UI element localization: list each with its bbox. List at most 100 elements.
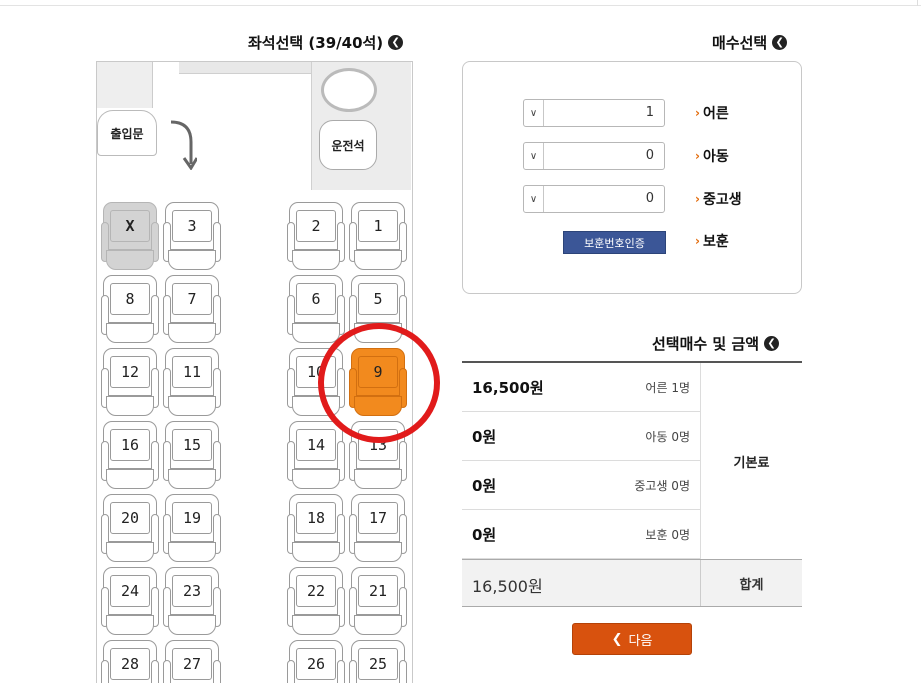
seat-arm [163,660,171,683]
seat-arm [337,660,345,683]
seat-23[interactable]: 23 [163,567,221,639]
adult-count-value: 1 [645,105,654,120]
seat-21[interactable]: 21 [349,567,407,639]
seat-number: 22 [296,575,336,607]
seat-20[interactable]: 20 [101,494,159,566]
student-label: › 중고생 [695,189,742,209]
seat-26[interactable]: 26 [287,640,345,683]
seat-number: 25 [358,648,398,680]
seat-17[interactable]: 17 [349,494,407,566]
student-label-text: 중고생 [702,192,742,208]
summary-amount: 16,500원 [472,379,544,397]
seat-24[interactable]: 24 [101,567,159,639]
exit-door: 출입문 [97,110,157,156]
seat-8[interactable]: 8 [101,275,159,347]
seat-12[interactable]: 12 [101,348,159,420]
seat-base [354,615,402,635]
seat-14[interactable]: 14 [287,421,345,493]
seat-number: 24 [110,575,150,607]
exit-wall [97,62,153,108]
seat-number: 23 [172,575,212,607]
seat-22[interactable]: 22 [287,567,345,639]
seat-7[interactable]: 7 [163,275,221,347]
seat-base [106,469,154,489]
adult-count-select[interactable]: ∨ 1 [523,99,665,127]
summary-row-veteran: 0원 보훈 0명 [462,510,700,559]
summary-row-student: 0원 중고생 0명 [462,461,700,510]
chevron-down-icon[interactable]: ∨ [524,143,544,169]
passenger-row-student: ∨ 0 › 중고생 [463,184,803,214]
chevron-right-icon: › [695,192,700,206]
summary-row-adult: 16,500원 어른 1명 [462,363,700,412]
seat-base [168,469,216,489]
seat-4: X [101,202,159,274]
chevron-down-icon[interactable]: ∨ [524,186,544,212]
circle-chevron-icon: ❮ [388,35,404,50]
next-button[interactable]: ❮ 다음 [572,623,692,655]
seat-number: 3 [172,210,212,242]
seat-27[interactable]: 27 [163,640,221,683]
seat-arm [349,660,357,683]
total-label: 합계 [700,560,802,606]
summary-amount: 0원 [472,477,497,495]
summary-desc: 아동 0명 [645,430,690,444]
student-count-select[interactable]: ∨ 0 [523,185,665,213]
seat-number: 26 [296,648,336,680]
seat-base [354,469,402,489]
child-count-select[interactable]: ∨ 0 [523,142,665,170]
selected-seat-highlight [318,323,440,443]
seat-number: 1 [358,210,398,242]
seat-select-header: 좌석선택 (39/40석) ❮ [248,32,404,53]
bus-front: 운전석 출입문 [97,62,412,190]
seat-3[interactable]: 3 [163,202,221,274]
driver-seat: 운전석 [319,120,377,170]
next-button-label: 다음 [628,633,653,649]
veteran-verify-button[interactable]: 보훈번호인증 [563,231,666,254]
seat-number: 18 [296,502,336,534]
seat-25[interactable]: 25 [349,640,407,683]
seat-arm [213,660,221,683]
seat-arm [287,660,295,683]
seat-number: 28 [110,648,150,680]
seat-2[interactable]: 2 [287,202,345,274]
passenger-count-header: 매수선택 ❮ [712,32,788,53]
seat-base [292,250,340,270]
seat-arm [399,660,407,683]
summary-desc: 중고생 0명 [634,479,690,493]
chevron-down-icon[interactable]: ∨ [524,100,544,126]
veteran-label-text: 보훈 [702,234,729,250]
seat-11[interactable]: 11 [163,348,221,420]
circle-chevron-icon: ❮ [772,35,788,50]
seat-18[interactable]: 18 [287,494,345,566]
seat-number: 16 [110,429,150,461]
seat-19[interactable]: 19 [163,494,221,566]
seat-1[interactable]: 1 [349,202,407,274]
passenger-row-child: ∨ 0 › 아동 [463,141,803,171]
seat-base [106,396,154,416]
seat-base [292,542,340,562]
child-label: › 아동 [695,146,729,166]
seat-number: 8 [110,283,150,315]
seat-base [168,250,216,270]
seat-base [292,615,340,635]
seat-base [106,542,154,562]
seat-number: 27 [172,648,212,680]
summary-desc: 보훈 0명 [645,528,690,542]
seat-arm [151,660,159,683]
seat-number: 5 [358,283,398,315]
total-amount: 16,500원 [472,577,543,596]
seat-number: 17 [358,502,398,534]
seat-base [168,323,216,343]
seat-15[interactable]: 15 [163,421,221,493]
veteran-label: › 보훈 [695,231,729,251]
seat-6[interactable]: 6 [287,275,345,347]
summary-amount: 0원 [472,428,497,446]
seat-28[interactable]: 28 [101,640,159,683]
seat-base [106,615,154,635]
seat-arm [101,660,109,683]
top-divider-cap [917,0,921,6]
seat-16[interactable]: 16 [101,421,159,493]
top-divider [0,0,921,6]
seat-base [106,250,154,270]
seat-base [168,615,216,635]
